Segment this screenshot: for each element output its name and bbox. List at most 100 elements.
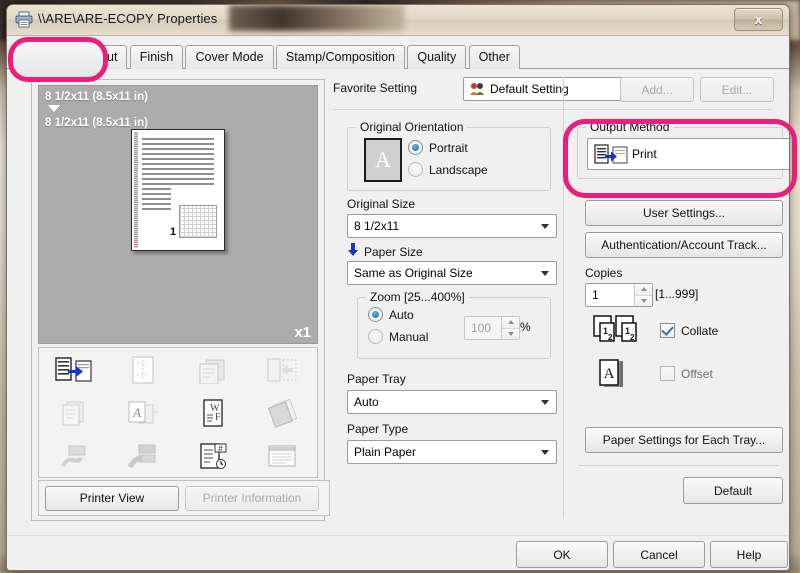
zoom-value: 100 <box>471 321 491 335</box>
zoom-manual-label: Manual <box>389 330 428 344</box>
dialog-footer: OK Cancel Help <box>7 535 789 570</box>
tab-finish[interactable]: Finish <box>130 45 183 70</box>
zoom-spin-up <box>502 317 519 328</box>
zoom-value-input: 100 <box>464 316 520 340</box>
zoom-spin-down <box>502 328 519 340</box>
paper-tray-label: Paper Tray <box>347 372 406 386</box>
copies-spinner[interactable] <box>634 284 652 306</box>
paper-size-label: Paper Size <box>364 245 423 259</box>
portrait-label: Portrait <box>429 141 468 155</box>
offset-row[interactable]: Offset <box>660 366 713 381</box>
tab-quality[interactable]: Quality <box>407 45 466 70</box>
preview-original-size-label: 8 1/2x11 (8.5x11 in) <box>45 91 148 103</box>
preview-paper-size-label: 8 1/2x11 (8.5x11 in) <box>45 117 148 129</box>
paper-tray-select[interactable]: Auto <box>347 390 557 414</box>
paper-size-select[interactable]: Same as Original Size <box>347 261 557 285</box>
favorite-group-icon <box>469 81 485 99</box>
copies-range-label: [1...999] <box>655 287 698 301</box>
authentication-account-track-button[interactable]: Authentication/Account Track... <box>585 232 783 258</box>
output-method-select[interactable]: Print <box>587 138 790 170</box>
copies-spin-down[interactable] <box>635 295 652 307</box>
tab-other[interactable]: Other <box>469 45 520 70</box>
paper-settings-each-tray-button[interactable]: Paper Settings for Each Tray... <box>585 427 783 453</box>
preview-copies-badge: x1 <box>294 324 311 341</box>
svg-text:A: A <box>604 366 615 382</box>
offset-label: Offset <box>681 367 713 381</box>
output-method-label: Output Method <box>586 120 673 134</box>
output-method-group: Output Method Print <box>577 127 783 179</box>
copies-input[interactable]: 1 <box>585 283 653 307</box>
collate-row[interactable]: Collate <box>660 323 718 338</box>
paper-tray-value: Auto <box>354 395 379 409</box>
page-number-icon: # <box>178 434 248 477</box>
collate-icon: 1 2 1 2 <box>591 314 637 349</box>
tab-basic[interactable]: Basic <box>17 43 68 71</box>
skew-pages-icon <box>248 391 318 434</box>
zoom-auto-label: Auto <box>389 308 414 322</box>
paper-type-value: Plain Paper <box>354 445 416 459</box>
chevron-down-icon <box>541 400 549 405</box>
original-orientation-group: Original Orientation A Portrait Landscap… <box>347 127 551 191</box>
user-settings-button[interactable]: User Settings... <box>585 200 783 226</box>
zoom-group-label: Zoom [25...400%] <box>366 290 469 304</box>
default-button[interactable]: Default <box>683 477 783 504</box>
zoom-unit-label: % <box>520 320 531 334</box>
cancel-button[interactable]: Cancel <box>613 541 705 568</box>
svg-text:A: A <box>132 405 141 420</box>
preview-button-bar: Printer View Printer Information <box>38 480 330 516</box>
preview-panel: 8 1/2x11 (8.5x11 in) 8 1/2x11 (8.5x11 in… <box>31 79 325 521</box>
paper-type-select[interactable]: Plain Paper <box>347 440 557 464</box>
binding-edge-icon <box>134 132 138 248</box>
favorite-divider <box>333 109 772 110</box>
favorite-setting-label: Favorite Setting <box>333 81 417 95</box>
help-button[interactable]: Help <box>710 541 788 568</box>
printer-information-button: Printer Information <box>185 486 319 511</box>
zoom-auto-row[interactable]: Auto <box>368 307 414 322</box>
default-divider <box>579 465 779 466</box>
orientation-glyph: A <box>375 147 391 173</box>
tab-strip: Basic Layout Finish Cover Mode Stamp/Com… <box>7 42 789 69</box>
portrait-radio[interactable] <box>408 140 423 155</box>
composition-icon <box>109 434 179 477</box>
zoom-manual-row[interactable]: Manual <box>368 329 428 344</box>
printer-view-button[interactable]: Printer View <box>45 486 179 511</box>
copies-spin-up[interactable] <box>635 284 652 295</box>
portrait-radio-row[interactable]: Portrait <box>408 140 468 155</box>
offset-checkbox[interactable] <box>660 366 675 381</box>
orientation-preview-icon: A <box>364 138 402 182</box>
preview-page-number: 1 <box>170 226 176 238</box>
window-title: \\ARE\ARE-ECOPY Properties <box>38 11 217 26</box>
preview-table-block <box>179 205 217 238</box>
pages-icon <box>39 391 109 434</box>
watermark-icon: A <box>109 391 179 434</box>
overlay-icon: W F <box>178 391 248 434</box>
chevron-down-icon <box>541 224 549 229</box>
original-size-select[interactable]: 8 1/2x11 <box>347 214 557 238</box>
favorite-setting-select[interactable]: Default Setting <box>463 77 641 101</box>
paper-type-label: Paper Type <box>347 422 408 436</box>
tab-cover-mode[interactable]: Cover Mode <box>185 45 273 70</box>
page-preview[interactable]: 8 1/2x11 (8.5x11 in) 8 1/2x11 (8.5x11 in… <box>38 85 318 344</box>
blue-down-arrow-icon <box>347 243 359 260</box>
output-method-value: Print <box>632 147 657 161</box>
landscape-radio[interactable] <box>408 162 423 177</box>
edit-favorite-button: Edit... <box>700 77 774 102</box>
tab-stamp-composition[interactable]: Stamp/Composition <box>276 45 405 70</box>
zoom-manual-radio[interactable] <box>368 329 383 344</box>
settings-icon-grid: A W F <box>38 347 318 478</box>
zoom-auto-radio[interactable] <box>368 307 383 322</box>
collate-checkbox[interactable] <box>660 323 675 338</box>
svg-text:F: F <box>215 412 221 423</box>
tab-layout[interactable]: Layout <box>70 45 128 70</box>
svg-text:#: # <box>218 444 223 453</box>
down-arrow-icon <box>48 105 60 112</box>
duplex-icon <box>178 348 248 391</box>
zoom-spinner <box>501 317 519 339</box>
ok-button[interactable]: OK <box>516 541 608 568</box>
svg-text:2: 2 <box>630 333 635 342</box>
basic-tab-panel: 8 1/2x11 (8.5x11 in) 8 1/2x11 (8.5x11 in… <box>7 69 789 541</box>
chevron-down-icon <box>541 450 549 455</box>
landscape-radio-row[interactable]: Landscape <box>408 162 488 177</box>
preview-text-lines <box>142 138 214 213</box>
close-icon[interactable]: x <box>734 8 783 31</box>
